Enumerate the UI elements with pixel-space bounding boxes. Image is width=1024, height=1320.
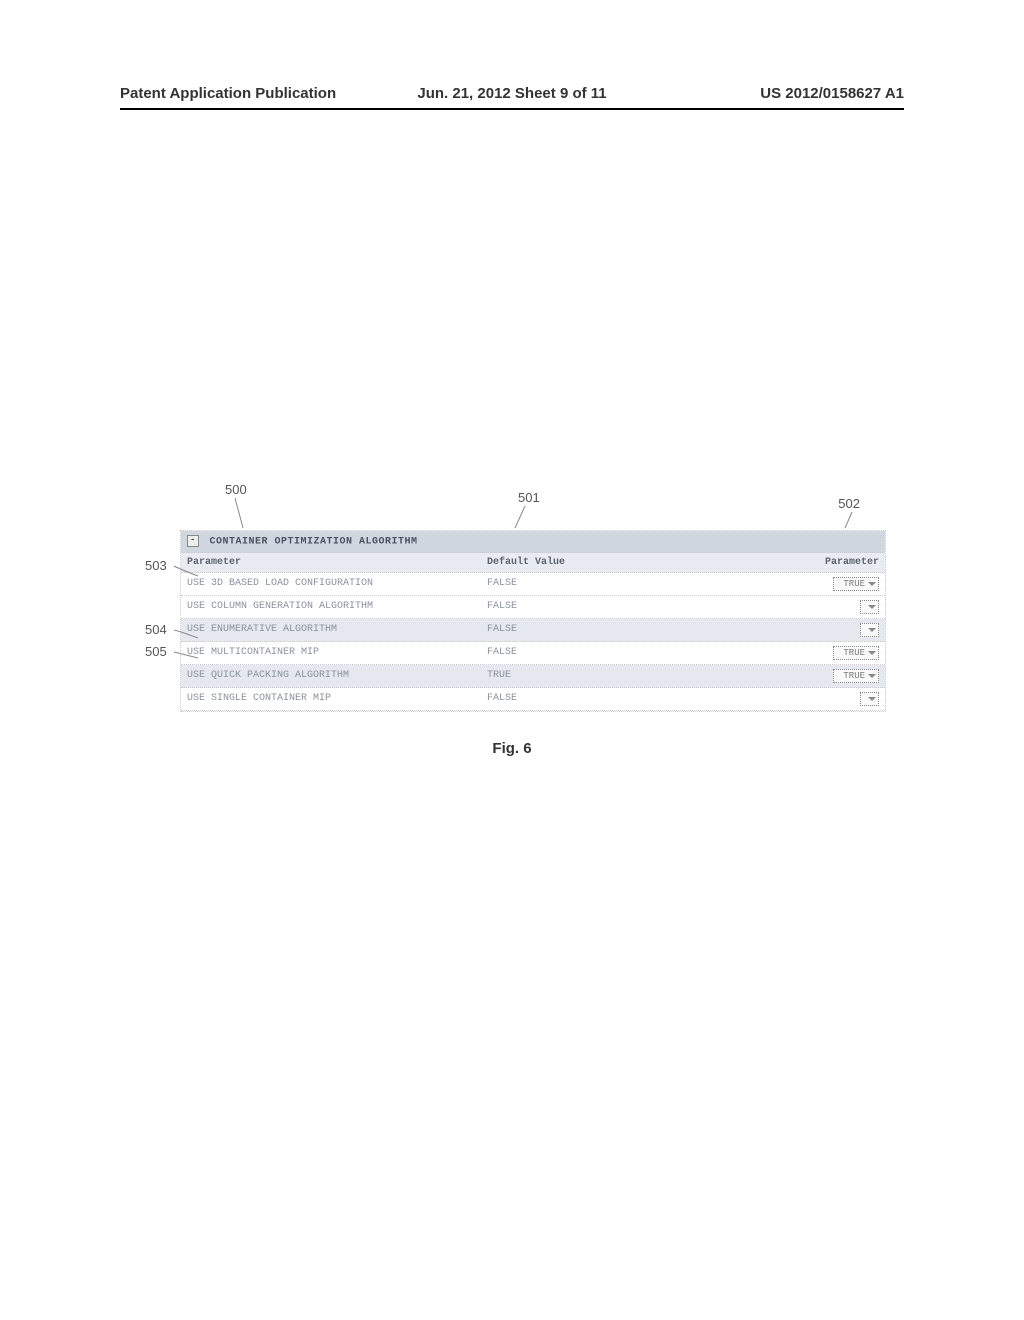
callout-label-505: 505 xyxy=(145,646,167,658)
param-name: USE QUICK PACKING ALGORITHM xyxy=(187,670,487,681)
figure-caption: Fig. 6 xyxy=(492,740,531,757)
param-name: USE ENUMERATIVE ALGORITHM xyxy=(187,624,487,635)
chevron-down-icon xyxy=(868,628,876,632)
col-header-value: Parameter xyxy=(814,557,879,568)
callout-label-501: 501 xyxy=(518,490,540,505)
column-header-row: Parameter Default Value Parameter xyxy=(181,553,885,573)
param-default-value: FALSE xyxy=(487,624,737,635)
header-left-text: Patent Application Publication xyxy=(120,85,336,102)
header-center-text: Jun. 21, 2012 Sheet 9 of 11 xyxy=(417,85,606,102)
callout-label-504: 504 xyxy=(145,624,167,636)
param-value-dropdown[interactable]: TRUE xyxy=(833,646,879,660)
param-value-cell: TRUE xyxy=(814,577,879,591)
param-value-cell xyxy=(814,623,879,637)
param-name: USE 3D BASED LOAD CONFIGURATION xyxy=(187,578,487,589)
col-header-default: Default Value xyxy=(487,557,737,568)
param-default-value: FALSE xyxy=(487,578,737,589)
section-title: CONTAINER OPTIMIZATION ALGORITHM xyxy=(210,537,418,548)
param-value-cell xyxy=(814,692,879,706)
param-value-dropdown[interactable]: TRUE xyxy=(833,577,879,591)
dropdown-selected-value: TRUE xyxy=(843,671,865,681)
col-header-parameter: Parameter xyxy=(187,557,487,568)
section-header-row[interactable]: - CONTAINER OPTIMIZATION ALGORITHM xyxy=(181,531,885,553)
param-name: USE COLUMN GENERATION ALGORITHM xyxy=(187,601,487,612)
param-value-cell: TRUE xyxy=(814,646,879,660)
figure-area: 500 501 502 - CONTAINER OPTIMIZATION ALG… xyxy=(180,480,884,712)
page-header: Patent Application Publication Jun. 21, … xyxy=(0,85,1024,102)
table-row: USE ENUMERATIVE ALGORITHMFALSE xyxy=(181,619,885,642)
param-value-cell: TRUE xyxy=(814,669,879,683)
param-value-cell xyxy=(814,600,879,614)
chevron-down-icon xyxy=(868,605,876,609)
parameter-table: - CONTAINER OPTIMIZATION ALGORITHM Param… xyxy=(180,530,886,712)
param-default-value: FALSE xyxy=(487,601,737,612)
dropdown-selected-value: TRUE xyxy=(843,648,865,658)
table-row: USE MULTICONTAINER MIPFALSE TRUE xyxy=(181,642,885,665)
chevron-down-icon xyxy=(868,582,876,586)
callout-label-503: 503 xyxy=(145,560,167,572)
table-row: USE 3D BASED LOAD CONFIGURATIONFALSE TRUE xyxy=(181,573,885,596)
param-value-dropdown[interactable] xyxy=(860,600,879,614)
param-value-dropdown[interactable]: TRUE xyxy=(833,669,879,683)
table-row: USE COLUMN GENERATION ALGORITHMFALSE xyxy=(181,596,885,619)
table-row: USE QUICK PACKING ALGORITHMTRUETRUE xyxy=(181,665,885,688)
header-divider xyxy=(120,108,904,110)
param-default-value: FALSE xyxy=(487,693,737,704)
param-value-dropdown[interactable] xyxy=(860,623,879,637)
param-default-value: FALSE xyxy=(487,647,737,658)
callout-label-502: 502 xyxy=(838,496,860,511)
param-name: USE MULTICONTAINER MIP xyxy=(187,647,487,658)
collapse-icon[interactable]: - xyxy=(187,535,199,547)
table-row: USE SINGLE CONTAINER MIPFALSE xyxy=(181,688,885,711)
callout-label-500: 500 xyxy=(225,482,247,497)
chevron-down-icon xyxy=(868,674,876,678)
chevron-down-icon xyxy=(868,651,876,655)
chevron-down-icon xyxy=(868,697,876,701)
header-right-text: US 2012/0158627 A1 xyxy=(760,85,904,102)
param-default-value: TRUE xyxy=(487,670,737,681)
dropdown-selected-value: TRUE xyxy=(843,579,865,589)
param-name: USE SINGLE CONTAINER MIP xyxy=(187,693,487,704)
top-callout-labels: 500 501 502 xyxy=(180,480,884,530)
param-value-dropdown[interactable] xyxy=(860,692,879,706)
